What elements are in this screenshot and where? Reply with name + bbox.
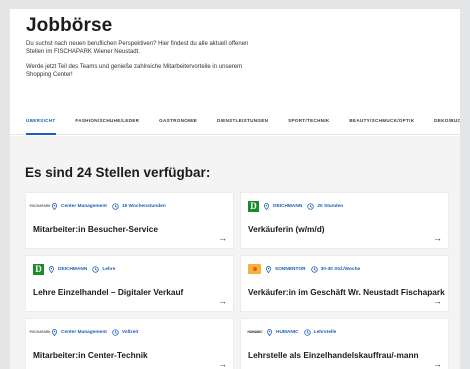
job-card[interactable]: D DEICHMANN 20 Stunden Verkäuferin (w/m/… xyxy=(240,192,449,249)
deichmann-logo: D xyxy=(248,200,259,212)
arrow-right-icon[interactable]: → xyxy=(433,359,442,369)
page-header: Jobbörse Du suchst nach neuen berufliche… xyxy=(10,9,460,109)
map-pin-icon xyxy=(52,328,57,336)
job-meta: FISCHAPARK Center Management Vollzeit xyxy=(29,327,143,337)
clock-icon xyxy=(307,202,315,210)
job-hours: 30-30 Std./Woche xyxy=(320,266,361,272)
job-meta: SONNENTOR 30-30 Std./Woche xyxy=(248,264,365,274)
job-meta: D DEICHMANN Lehre xyxy=(33,263,120,275)
tab-fashion[interactable]: FASHION/SCHUHE/LEDER xyxy=(75,107,139,135)
sonnentor-logo xyxy=(248,264,261,274)
page-title: Jobbörse xyxy=(26,15,113,36)
humanic-logo: HUMANIC xyxy=(247,330,263,334)
job-title: Verkäufer:in im Geschäft Wr. Neustadt Fi… xyxy=(248,287,445,297)
clock-icon xyxy=(112,328,119,336)
arrow-right-icon[interactable]: → xyxy=(433,233,442,243)
tab-uebersicht[interactable]: ÜBERSICHT xyxy=(26,107,56,135)
job-title: Lehre Einzelhandel – Digitaler Verkauf xyxy=(33,287,184,297)
clock-icon xyxy=(92,265,100,273)
company-name: SONNENTOR xyxy=(275,266,306,272)
map-pin-icon xyxy=(266,265,271,273)
job-card[interactable]: D DEICHMANN Lehre Lehre Einzelhandel – D… xyxy=(25,255,234,312)
tab-beauty[interactable]: BEAUTY/SCHMUCK/OPTIK xyxy=(349,107,414,135)
job-title: Mitarbeiter:in Center-Technik xyxy=(33,350,148,360)
arrow-right-icon[interactable]: → xyxy=(218,233,227,243)
company-name: DEICHMANN xyxy=(273,203,303,209)
sun-icon xyxy=(252,267,257,271)
job-meta: D DEICHMANN 20 Stunden xyxy=(248,200,348,212)
tab-deko-buch[interactable]: DEKO/BUCH xyxy=(434,107,460,135)
job-meta: HUMANIC HUMANIC Lehrstelle xyxy=(247,327,341,337)
company-name: HUMANIC xyxy=(276,329,299,335)
category-tabs: ÜBERSICHT FASHION/SCHUHE/LEDER GASTRONOM… xyxy=(10,107,460,135)
intro-text: Du suchst nach neuen beruflichen Perspek… xyxy=(26,41,249,56)
job-card[interactable]: SONNENTOR 30-30 Std./Woche Verkäufer:in … xyxy=(240,255,449,312)
arrow-right-icon[interactable]: → xyxy=(218,359,227,369)
job-card[interactable]: HUMANIC HUMANIC Lehrstelle Lehrstelle al… xyxy=(240,318,449,369)
tab-sport-technik[interactable]: SPORT/TECHNIK xyxy=(288,107,329,135)
arrow-right-icon[interactable]: → xyxy=(218,296,227,306)
tab-dienstleistungen[interactable]: DIENSTLEISTUNGEN xyxy=(217,107,268,135)
fischapark-logo: FISCHAPARK xyxy=(29,204,51,208)
job-hours: Lehrstelle xyxy=(313,329,337,335)
company-name: DEICHMANN xyxy=(58,266,88,272)
job-hours: 20 Stunden xyxy=(317,203,344,209)
job-hours: Lehre xyxy=(102,266,116,272)
job-card[interactable]: FISCHAPARK Center Management 15 Wochenst… xyxy=(25,192,234,249)
map-pin-icon xyxy=(49,265,54,273)
tab-gastronomie[interactable]: GASTRONOMIE xyxy=(159,107,197,135)
map-pin-icon xyxy=(267,328,272,336)
job-hours: Vollzeit xyxy=(121,329,139,335)
job-title: Mitarbeiter:in Besucher-Service xyxy=(33,224,158,234)
job-count-title: Es sind 24 Stellen verfügbar: xyxy=(25,165,211,180)
intro-text-2: Werde jetzt Teil des Teams und genieße z… xyxy=(26,63,243,79)
job-hours: 15 Wochenstunden xyxy=(121,203,166,209)
clock-icon xyxy=(310,265,318,273)
clock-icon xyxy=(112,202,119,210)
job-title: Verkäuferin (w/m/d) xyxy=(248,224,325,234)
job-meta: FISCHAPARK Center Management 15 Wochenst… xyxy=(29,201,171,211)
job-title: Lehrstelle als Einzelhandelskauffrau/-ma… xyxy=(248,350,419,360)
page-frame: Jobbörse Du suchst nach neuen berufliche… xyxy=(10,9,460,369)
company-name: Center Management xyxy=(61,203,107,209)
job-card[interactable]: FISCHAPARK Center Management Vollzeit Mi… xyxy=(25,318,234,369)
arrow-right-icon[interactable]: → xyxy=(433,296,442,306)
clock-icon xyxy=(303,328,311,336)
map-pin-icon xyxy=(264,202,269,210)
company-name: Center Management xyxy=(61,329,107,335)
map-pin-icon xyxy=(52,202,57,210)
fischapark-logo: FISCHAPARK xyxy=(29,330,51,334)
deichmann-logo: D xyxy=(33,263,44,275)
